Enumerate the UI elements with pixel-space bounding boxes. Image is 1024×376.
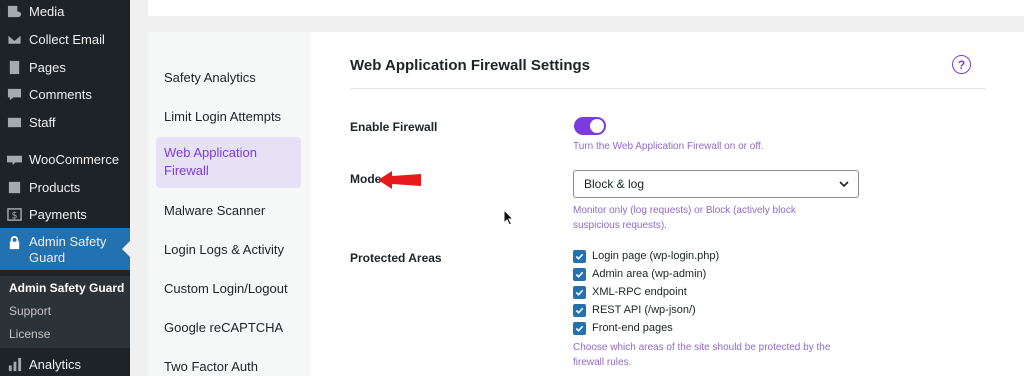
submenu-support[interactable]: Support: [9, 304, 51, 318]
mode-select[interactable]: Block & log: [573, 170, 859, 198]
nav-web-application-firewall[interactable]: Web Application Firewall: [156, 137, 301, 188]
nav-malware-scanner[interactable]: Malware Scanner: [156, 202, 301, 220]
payments-icon: $: [6, 206, 22, 222]
lock-icon: [6, 234, 22, 250]
wp-admin-sidebar: Media Collect Email Pages Comments Staff…: [0, 0, 130, 376]
help-icon[interactable]: ?: [952, 55, 971, 74]
media-icon: [6, 3, 22, 19]
woocommerce-icon: [6, 151, 22, 167]
submenu-license[interactable]: License: [9, 327, 50, 341]
annotation-arrow-icon: [378, 171, 421, 189]
checkbox-checked[interactable]: [573, 249, 586, 263]
checkbox-checked[interactable]: [573, 303, 586, 317]
wp-menu-payments[interactable]: $ Payments: [0, 200, 130, 228]
wp-menu-products[interactable]: Products: [0, 173, 130, 201]
wp-submenu: Admin Safety Guard Support License: [0, 276, 130, 348]
mode-description-line1: Monitor only (log requests) or Block (ac…: [573, 205, 796, 216]
chevron-down-icon: [839, 181, 849, 188]
protected-areas-description-line2: firewall rules.: [573, 357, 632, 368]
nav-safety-analytics[interactable]: Safety Analytics: [156, 69, 301, 87]
wp-menu-analytics[interactable]: Analytics: [0, 350, 130, 376]
nav-google-recaptcha[interactable]: Google reCAPTCHA: [156, 319, 301, 337]
analytics-icon: [6, 356, 22, 372]
option-label: Login page (wp-login.php): [592, 250, 720, 262]
wp-menu-pages[interactable]: Pages: [0, 53, 130, 81]
protected-area-option[interactable]: REST API (/wp-json/): [573, 303, 696, 317]
email-icon: [6, 31, 22, 47]
plugin-nav: Safety Analytics Limit Login Attempts We…: [148, 32, 310, 376]
nav-custom-login-logout[interactable]: Custom Login/Logout: [156, 280, 301, 298]
checkbox-checked[interactable]: [573, 285, 586, 299]
wp-menu-admin-safety-guard[interactable]: Admin Safety Guard: [0, 228, 130, 270]
mode-select-value: Block & log: [584, 177, 645, 191]
nav-two-factor-auth[interactable]: Two Factor Auth: [156, 358, 301, 376]
wp-menu-label: Payments: [29, 206, 87, 222]
active-pointer: [122, 241, 130, 257]
wp-menu-label: Admin Safety Guard: [29, 234, 107, 265]
submenu-admin-safety-guard[interactable]: Admin Safety Guard: [9, 281, 124, 295]
option-label: REST API (/wp-json/): [592, 304, 696, 316]
wp-menu-label: Staff: [29, 114, 56, 130]
wp-menu-label: Comments: [29, 86, 92, 102]
wp-menu-collect-email[interactable]: Collect Email: [0, 25, 130, 53]
settings-content: Web Application Firewall Settings ? Enab…: [310, 32, 1024, 376]
option-label: Front-end pages: [592, 322, 673, 334]
wp-menu-label: Collect Email: [29, 31, 105, 47]
protected-areas-description-line1: Choose which areas of the site should be…: [573, 342, 831, 353]
protected-area-option[interactable]: XML-RPC endpoint: [573, 285, 687, 299]
mouse-cursor-icon: [503, 209, 515, 226]
wp-menu-label: WooCommerce: [29, 151, 120, 167]
enable-firewall-description: Turn the Web Application Firewall on or …: [573, 141, 764, 152]
wp-menu-woocommerce[interactable]: WooCommerce: [0, 145, 130, 173]
protected-area-option[interactable]: Login page (wp-login.php): [573, 249, 719, 263]
pages-icon: [6, 59, 22, 75]
protected-area-option[interactable]: Front-end pages: [573, 321, 673, 335]
wp-menu-comments[interactable]: Comments: [0, 80, 130, 108]
enable-firewall-toggle[interactable]: [574, 117, 606, 135]
plugin-panel: Safety Analytics Limit Login Attempts We…: [148, 32, 1024, 376]
comments-icon: [6, 86, 22, 102]
nav-limit-login-attempts[interactable]: Limit Login Attempts: [156, 108, 301, 126]
mode-description-line2: suspicious requests).: [573, 220, 667, 231]
enable-firewall-label: Enable Firewall: [350, 120, 438, 134]
protected-area-option[interactable]: Admin area (wp-admin): [573, 267, 706, 281]
option-label: Admin area (wp-admin): [592, 268, 707, 280]
products-icon: [6, 179, 22, 195]
wp-menu-label: Analytics: [29, 356, 82, 372]
wp-menu-label: Pages: [29, 59, 66, 75]
toggle-knob: [590, 119, 604, 133]
divider: [350, 88, 986, 89]
staff-icon: [6, 114, 22, 130]
checkbox-checked[interactable]: [573, 267, 586, 281]
page-title: Web Application Firewall Settings: [350, 57, 591, 74]
wp-menu-media[interactable]: Media: [0, 0, 130, 25]
protected-areas-label: Protected Areas: [350, 251, 442, 265]
option-label: XML-RPC endpoint: [592, 286, 687, 298]
checkbox-checked[interactable]: [573, 321, 586, 335]
wp-menu-label: Products: [29, 179, 81, 195]
nav-login-logs-activity[interactable]: Login Logs & Activity: [156, 241, 301, 259]
svg-text:$: $: [11, 210, 17, 221]
wp-menu-staff[interactable]: Staff: [0, 108, 130, 136]
wp-menu-label: Media: [29, 3, 65, 19]
top-panel-strip: [148, 0, 1024, 16]
